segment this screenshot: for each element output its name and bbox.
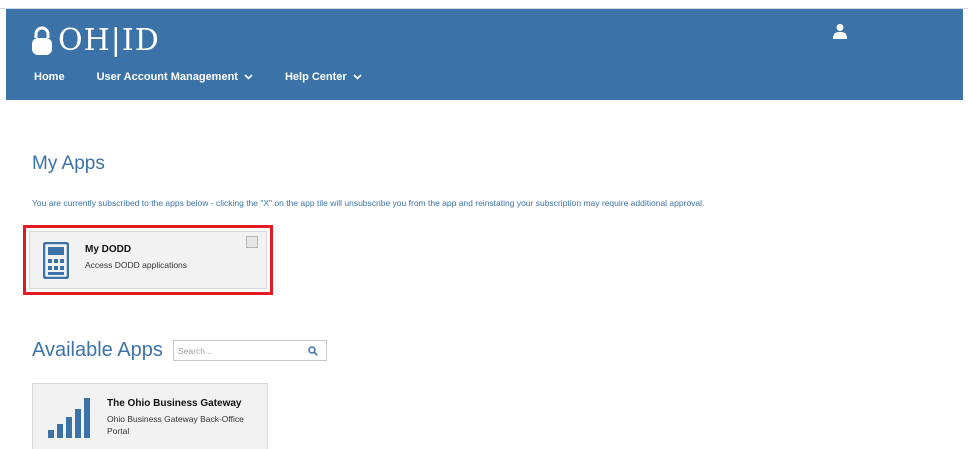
main-nav: Home User Account Management Help Center xyxy=(34,71,362,83)
search-input[interactable] xyxy=(178,343,298,358)
app-tile-description: Ohio Business Gateway Back-Office Portal xyxy=(107,414,244,436)
app-tile-ohio-business-gateway[interactable]: The Ohio Business Gateway Ohio Business … xyxy=(32,383,268,449)
user-icon[interactable] xyxy=(832,23,848,39)
chevron-down-icon xyxy=(353,74,362,80)
my-apps-title: My Apps xyxy=(32,153,105,174)
app-search xyxy=(173,340,327,361)
calculator-icon xyxy=(43,242,69,279)
app-tile-my-dodd[interactable]: My DODD Access DODD applications xyxy=(29,231,267,289)
logo-text: OH|ID xyxy=(58,23,160,58)
app-tile-title: My DODD xyxy=(85,244,132,255)
nav-user-account-management-label: User Account Management xyxy=(96,71,238,83)
app-header: OH|ID Home User Account Management Help … xyxy=(6,9,963,100)
chevron-down-icon xyxy=(244,74,253,80)
app-tile-title: The Ohio Business Gateway xyxy=(107,398,242,409)
nav-help-center-label: Help Center xyxy=(284,71,347,83)
nav-home-label: Home xyxy=(34,71,65,83)
app-tile-description: Access DODD applications xyxy=(85,260,188,270)
unsubscribe-close-button[interactable] xyxy=(246,236,258,248)
nav-home[interactable]: Home xyxy=(34,71,65,83)
search-icon[interactable] xyxy=(308,346,318,356)
nav-user-account-management[interactable]: User Account Management xyxy=(97,71,253,83)
lock-icon xyxy=(32,26,52,55)
subscription-note: You are currently subscribed to the apps… xyxy=(32,198,705,208)
signal-bars-icon xyxy=(48,398,90,438)
top-border xyxy=(0,0,968,9)
ohid-logo[interactable]: OH|ID xyxy=(30,21,160,61)
nav-help-center[interactable]: Help Center xyxy=(285,71,362,83)
available-apps-title: Available Apps xyxy=(32,339,163,361)
